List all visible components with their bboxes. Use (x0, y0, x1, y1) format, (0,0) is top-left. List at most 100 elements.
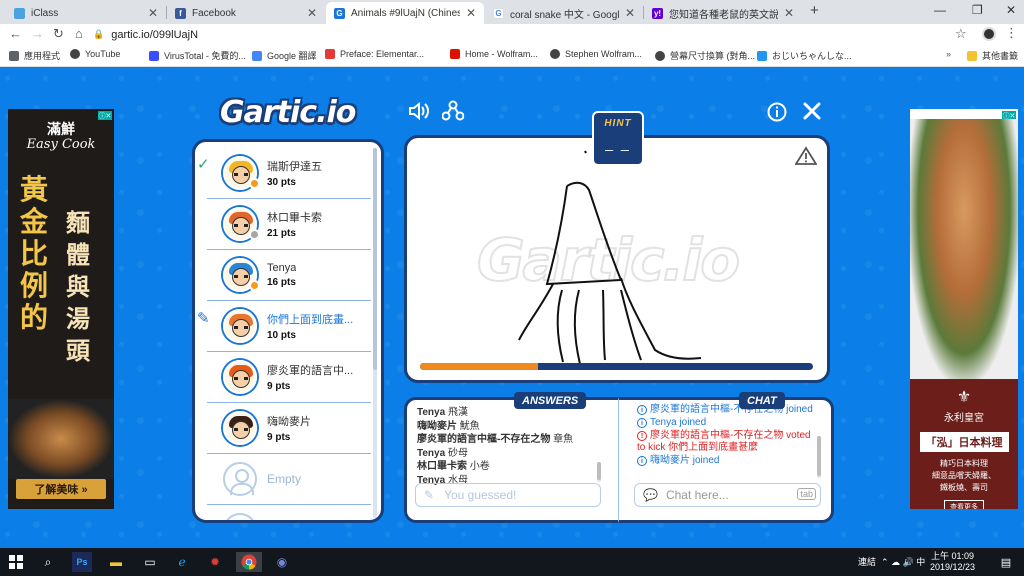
home-icon[interactable]: ⌂ (75, 26, 83, 41)
bookmark-youtube[interactable]: YouTube (70, 49, 120, 59)
warning-icon[interactable] (794, 146, 818, 169)
bookmark-google-translate[interactable]: Google 翻譯 (252, 49, 317, 62)
address-bar[interactable]: 🔒 gartic.io/099lUajN (93, 25, 973, 44)
right-ad[interactable]: ⓘ✕ ⚜ 永利皇宮 「泓」日本料理 精巧日本料理 細意品嚐天婦羅、 鐵板燒、壽司… (910, 109, 1018, 509)
scrollbar-thumb[interactable] (373, 148, 377, 370)
avatar-eyes (234, 275, 248, 278)
player-row[interactable]: 瑞斯伊達五 30 pts (207, 148, 371, 199)
answer-item: 嗨呦麥片 魷魚 (417, 420, 602, 434)
scrollbar-thumb[interactable] (597, 462, 601, 480)
settings-gear-icon[interactable]: ✹ (205, 552, 225, 572)
windows-start-icon[interactable] (6, 552, 26, 572)
search-icon[interactable]: ⌕ (38, 552, 58, 572)
scrollbar-thumb[interactable] (817, 436, 821, 476)
new-tab-button[interactable]: + (810, 2, 819, 19)
ad-description: 精巧日本料理 細意品嚐天婦羅、 鐵板燒、壽司 (932, 459, 996, 492)
close-tab-icon[interactable]: ✕ (625, 6, 635, 20)
player-row[interactable]: 嗨呦麥片 9 pts (207, 403, 371, 454)
answer-input[interactable]: ✎ You guessed! (415, 483, 601, 507)
answer-user: 林口畢卡索 (417, 461, 467, 472)
tab-facebook[interactable]: f Facebook ✕ (167, 2, 325, 24)
player-avatar (223, 360, 257, 394)
drawing-canvas[interactable]: Gartic.io (404, 135, 830, 383)
forward-icon[interactable]: → (31, 26, 44, 41)
photoshop-icon[interactable]: Ps (72, 552, 92, 572)
player-name: Tenya (267, 262, 297, 274)
empty-avatar-icon (223, 513, 257, 520)
ad-info-panel: ⚜ 永利皇宮 「泓」日本料理 精巧日本料理 細意品嚐天婦羅、 鐵板燒、壽司 查看… (910, 379, 1018, 509)
bookmark-label: Google 翻譯 (267, 51, 317, 61)
close-tab-icon[interactable]: ✕ (148, 6, 158, 20)
system-clock[interactable]: 上午 01:09 2019/12/23 (930, 551, 975, 573)
ad-headline-2: 麵體與湯頭 (66, 208, 90, 365)
player-row[interactable]: 廖炎軍的語言中... 9 pts (207, 352, 371, 403)
chrome-icon[interactable] (236, 552, 262, 572)
edge-icon[interactable]: ℯ (172, 552, 192, 572)
avatar-eyes (234, 224, 248, 227)
folder-icon (967, 50, 977, 61)
virustotal-icon (149, 50, 159, 61)
terminal-icon[interactable]: ▭ (140, 552, 160, 572)
bookmarks-overflow-icon[interactable]: » (946, 49, 951, 59)
ad-headline-1: 黃金比例的 (20, 173, 49, 334)
answer-placeholder: You guessed! (444, 488, 517, 502)
player-list-scrollbar[interactable] (373, 148, 377, 518)
bookmark-wolfram-home[interactable]: Home - Wolfram... (450, 49, 538, 59)
bookmark-ojiichan[interactable]: おじいちゃんしな... (757, 49, 852, 62)
close-game-icon[interactable] (802, 101, 822, 124)
bookmark-preface[interactable]: Preface: Elementar... (325, 49, 424, 59)
player-row[interactable]: 林口畢卡索 21 pts (207, 199, 371, 250)
timer-bar (420, 363, 813, 370)
browser-toolbar: ← → ↻ ⌂ 🔒 gartic.io/099lUajN ☆ ⋮ (0, 24, 1024, 45)
reload-icon[interactable]: ↻ (53, 26, 64, 42)
close-tab-icon[interactable]: ✕ (466, 6, 476, 20)
minimize-icon[interactable]: — (934, 3, 946, 17)
chat-input[interactable]: 💬 Chat here... tab (634, 483, 821, 507)
close-tab-icon[interactable]: ✕ (784, 6, 794, 20)
restore-icon[interactable]: ❐ (972, 3, 983, 17)
player-info: 瑞斯伊達五 30 pts (267, 158, 322, 188)
tab-yahoo[interactable]: y! 您知道各種老鼠的英文說法嗎? | ✕ (644, 2, 802, 24)
apps-grid-icon (9, 50, 19, 61)
answers-scrollbar[interactable] (597, 462, 601, 482)
player-name: 廖炎軍的語言中... (267, 365, 354, 377)
menu-icon[interactable]: ⋮ (1005, 25, 1018, 41)
tab-gartic[interactable]: G Animals #9lUajN (Chinese (Taiw ✕ (326, 2, 484, 24)
left-ad[interactable]: ⓘ✕ 滿鮮 Easy Cook 黃金比例的 麵體與湯頭 了解美味 » (8, 109, 114, 509)
info-icon: i (637, 405, 647, 415)
bookmark-apps[interactable]: 應用程式 (9, 49, 60, 62)
profile-avatar[interactable] (982, 27, 996, 41)
tab-google-search[interactable]: G coral snake 中文 - Google 搜尋 ✕ (485, 2, 643, 24)
ad-more-button[interactable]: 查看更多 (944, 500, 984, 509)
close-tab-icon[interactable]: ✕ (307, 6, 317, 20)
share-icon[interactable] (441, 100, 465, 125)
player-avatar (223, 411, 257, 445)
bookmark-star-icon[interactable]: ☆ (955, 26, 967, 42)
tab-iclass[interactable]: iClass ✕ (6, 2, 166, 24)
answer-item: Tenya 砂母 (417, 447, 602, 461)
chat-text: 廖炎軍的語言中樞-不存在之物 joined (650, 404, 813, 415)
close-window-icon[interactable]: ✕ (1006, 3, 1016, 17)
system-tray[interactable]: 連結 ⌃ ☁ 🔊 中 (858, 555, 925, 568)
player-row[interactable]: Tenya 16 pts (207, 250, 371, 301)
bookmark-virustotal[interactable]: VirusTotal - 免費的... (149, 49, 246, 62)
player-row[interactable]: 你們上面到底畫... 10 pts (207, 301, 371, 352)
file-explorer-icon[interactable]: ▬ (106, 552, 126, 572)
answer-text: 小卷 (469, 461, 490, 472)
notifications-icon[interactable]: ▤ (996, 552, 1016, 572)
answer-user: 嗨呦麥片 (417, 420, 457, 432)
player-info: 嗨呦麥片 9 pts (267, 413, 311, 443)
tab-key-hint: tab (797, 488, 816, 500)
info-icon[interactable] (767, 102, 787, 125)
back-icon[interactable]: ← (9, 26, 22, 41)
hint-box[interactable]: HINT _ _ (592, 111, 644, 166)
bookmark-screen-size[interactable]: 營幕尺寸換算 (對角... (655, 49, 755, 62)
answers-label: ANSWERS (514, 392, 587, 409)
sound-icon[interactable] (408, 101, 432, 126)
bookmark-other[interactable]: 其他書籤 (967, 49, 1018, 62)
discord-icon[interactable]: ◉ (272, 552, 292, 572)
bookmark-stephen-wolfram[interactable]: Stephen Wolfram... (550, 49, 642, 59)
chat-scrollbar[interactable] (817, 436, 821, 478)
ad-cta-button[interactable]: 了解美味 » (16, 479, 106, 499)
player-points: 9 pts (267, 381, 291, 392)
